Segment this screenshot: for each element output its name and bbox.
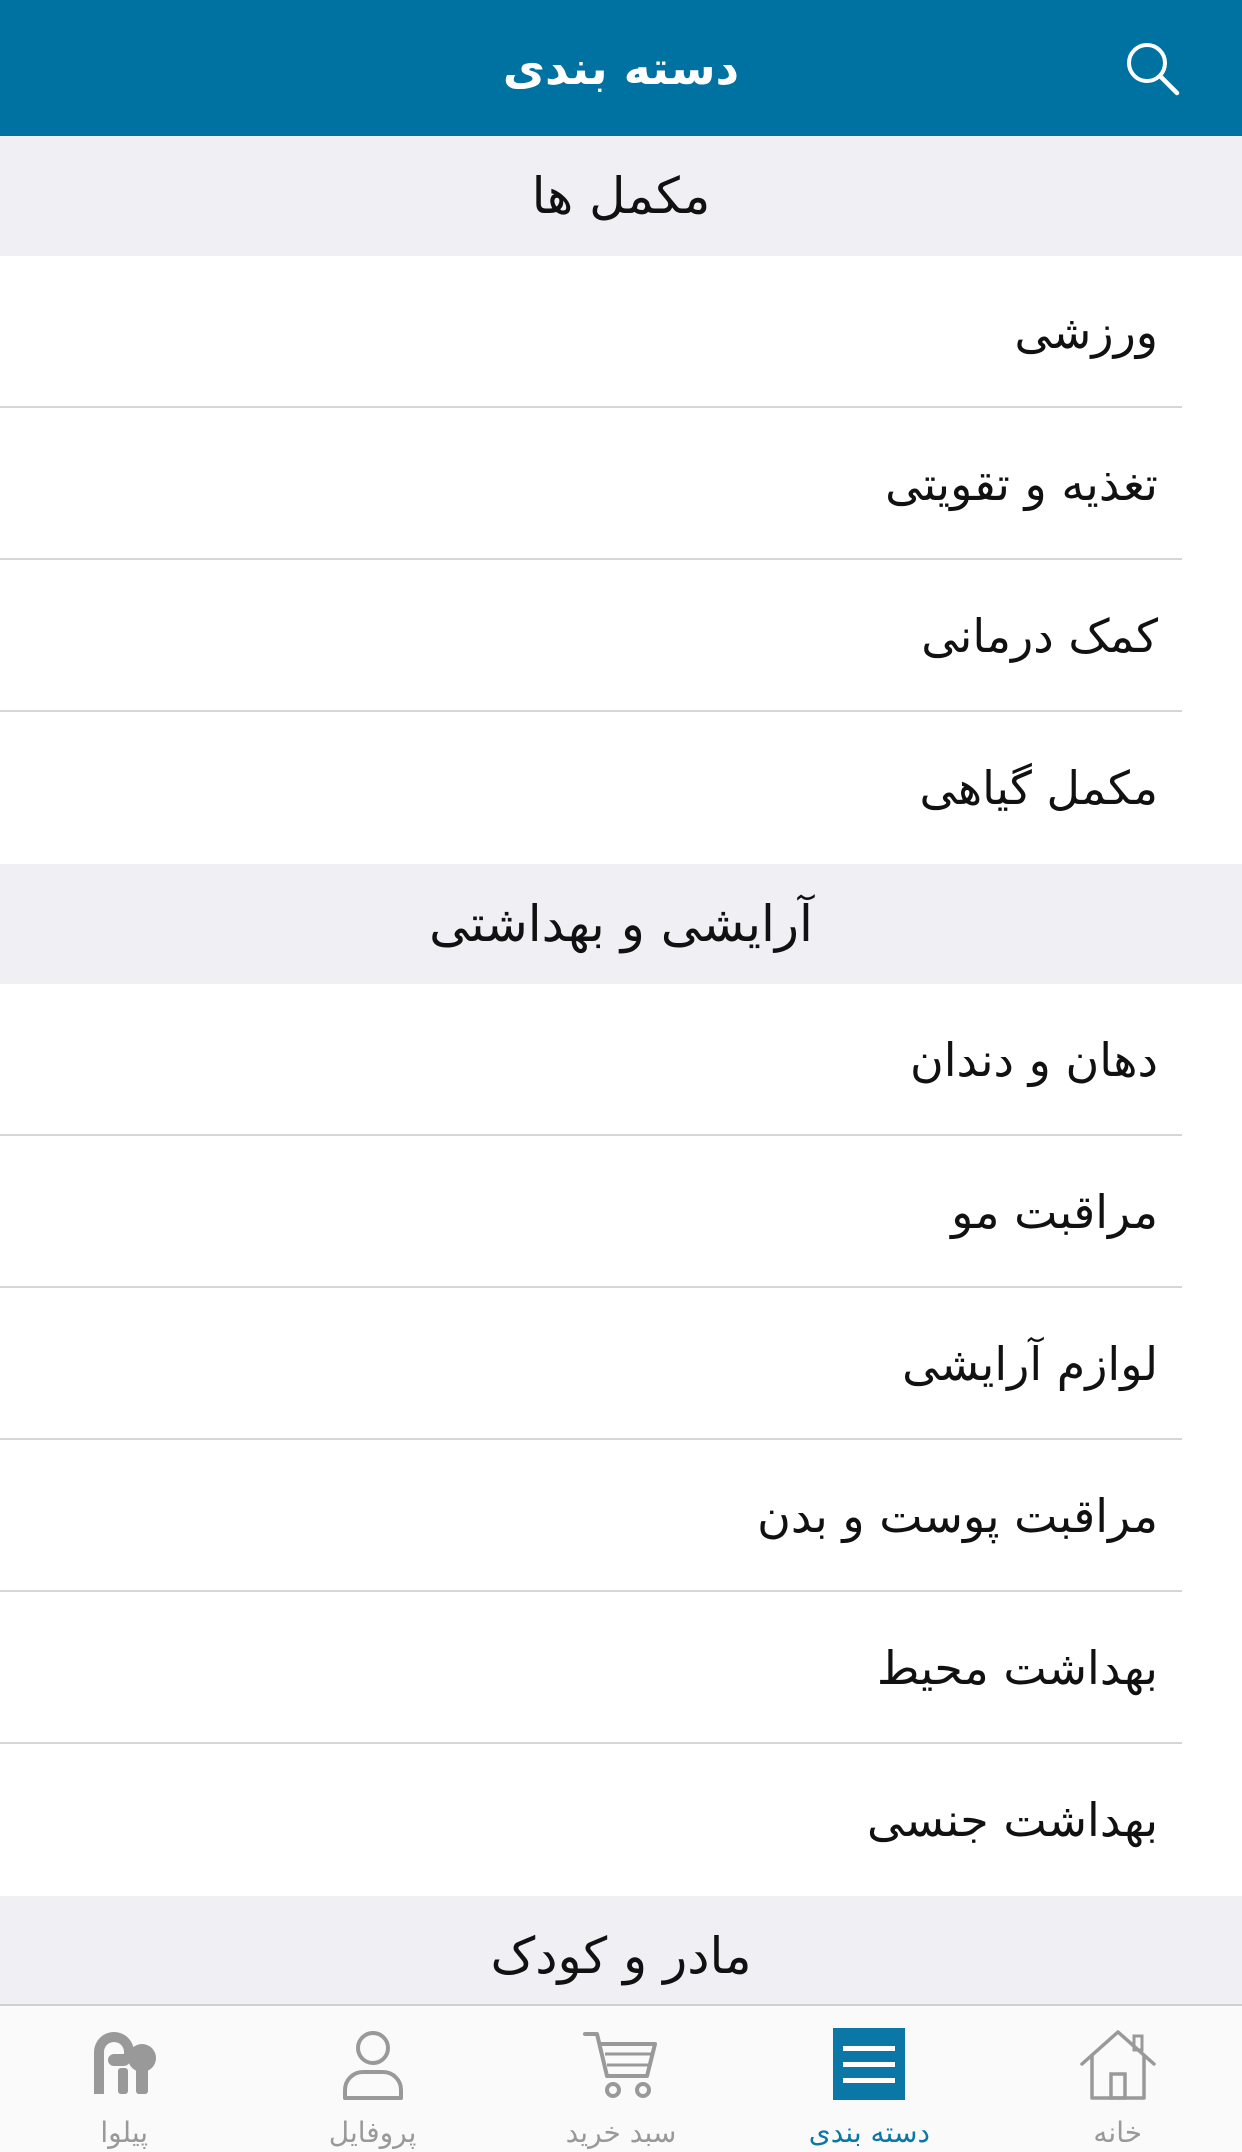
category-item[interactable]: تغذیه و تقویتی [0, 408, 1242, 560]
category-item-label: بهداشت محیط [876, 1641, 1158, 1695]
section-header-mother-child[interactable]: مادر و کودک [0, 1896, 1242, 2004]
tab-profile[interactable]: پروفایل [248, 2006, 496, 2152]
tab-categories[interactable]: دسته بندی [745, 2006, 993, 2152]
category-item-label: مراقبت پوست و بدن [757, 1489, 1158, 1543]
home-icon [1080, 2030, 1156, 2100]
category-item[interactable]: بهداشت محیط [0, 1592, 1242, 1744]
section-title: آرایشی و بهداشتی [429, 895, 813, 953]
tab-label: خانه [1093, 2116, 1143, 2149]
category-item[interactable]: مراقبت مو [0, 1136, 1242, 1288]
category-item-label: کمک درمانی [921, 609, 1158, 663]
category-item-label: دهان و دندان [910, 1033, 1158, 1087]
tab-cart[interactable]: سبد خرید [497, 2006, 745, 2152]
section-title: مکمل ها [531, 167, 711, 225]
app-header: دسته بندی [0, 0, 1242, 136]
category-item[interactable]: دهان و دندان [0, 984, 1242, 1136]
tab-pilva[interactable]: پیلوا [0, 2006, 248, 2152]
cart-icon [582, 2032, 657, 2098]
page-title: دسته بندی [502, 41, 740, 95]
tab-label: پیلوا [100, 2116, 149, 2149]
category-item[interactable]: مراقبت پوست و بدن [0, 1440, 1242, 1592]
category-list-icon [833, 2028, 906, 2100]
section-header-supplements[interactable]: مکمل ها [0, 136, 1242, 256]
category-item[interactable]: کمک درمانی [0, 560, 1242, 712]
category-item-label: تغذیه و تقویتی [885, 457, 1158, 511]
profile-icon [342, 2031, 403, 2100]
category-item-label: ورزشی [1014, 305, 1158, 359]
category-item-label: مکمل گیاهی [919, 761, 1159, 815]
section-title: مادر و کودک [490, 1927, 752, 1985]
search-button[interactable] [1120, 36, 1184, 100]
category-item-label: لوازم آرایشی [902, 1337, 1158, 1391]
tab-label: دسته بندی [808, 2116, 930, 2149]
tab-home[interactable]: خانه [994, 2006, 1242, 2152]
tab-label: پروفایل [328, 2116, 417, 2149]
search-icon [1127, 43, 1180, 96]
app-root: دسته بندی مکمل ها ورزشی تغذیه و تقویتی ک… [0, 0, 1242, 2152]
category-list: مکمل ها ورزشی تغذیه و تقویتی کمک درمانی … [0, 136, 1242, 2004]
category-item[interactable]: بهداشت جنسی [0, 1744, 1242, 1896]
category-item-label: بهداشت جنسی [867, 1793, 1158, 1847]
category-item[interactable]: ورزشی [0, 256, 1242, 408]
category-item[interactable]: لوازم آرایشی [0, 1288, 1242, 1440]
category-item[interactable]: مکمل گیاهی [0, 712, 1242, 864]
tab-bar: پیلوا پروفایل سبد خرید دسته بندی خانه [0, 2004, 1242, 2152]
category-item-label: مراقبت مو [951, 1185, 1158, 1239]
section-header-cosmetics[interactable]: آرایشی و بهداشتی [0, 864, 1242, 984]
pilva-logo-icon [94, 2032, 157, 2094]
tab-label: سبد خرید [565, 2116, 677, 2149]
